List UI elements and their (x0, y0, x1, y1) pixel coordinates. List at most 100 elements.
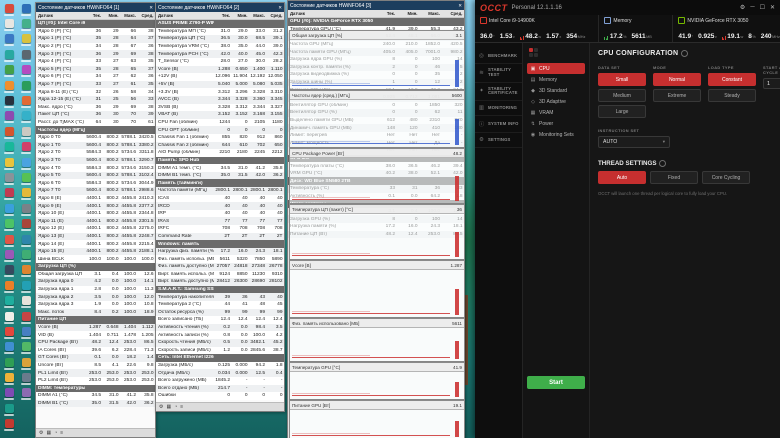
gpu-stats-section[interactable]: NVIDIA GeForce RTX 3050 41.9 ° 0.925 v 19.… (673, 15, 780, 42)
graph-title-bar[interactable]: Питание GPU [Вт] 19.1 (290, 401, 464, 410)
test-tab[interactable]: ▣ CPU (527, 63, 585, 74)
dataset-option-button[interactable]: Small (598, 73, 646, 86)
desktop-icon[interactable] (1, 2, 17, 17)
sensor-row[interactable]: CPU Package (Вт) 48.2 12.4 253.0 86.5 (36, 338, 155, 347)
sensor-row[interactable]: Загрузка ЦП (%) (36, 263, 155, 271)
sensor-row[interactable]: Физ. память использ. (МБ) 5611 5320 7850… (156, 255, 284, 263)
sensor-graph-window[interactable]: Температура ЦП (пакет) [°C] 36 (289, 204, 465, 260)
sensor-row[interactable]: Uncore (Вт) 8.5 4.1 22.6 9.8 (36, 361, 155, 370)
desktop-icon[interactable] (1, 418, 17, 433)
desktop-icon[interactable] (18, 217, 34, 232)
loadtype-option-button[interactable]: Constant (708, 73, 756, 86)
sensor-row[interactable]: Температура накопителя (°C) 39 36 43 40 (156, 293, 284, 301)
sensor-row[interactable]: Chassis Fan 2 (об/мин) 644 610 702 650 (156, 141, 284, 150)
sensor-row[interactable]: Всего записано (ТБ) 12.4 12.4 12.4 12.4 (156, 316, 284, 324)
desktop-icon[interactable] (1, 48, 17, 63)
sensor-row[interactable]: +5V (В) 5.040 5.000 5.080 5.035 (156, 80, 284, 89)
sensor-row[interactable]: Общая загрузка ЦП 3.1 0.4 100.0 12.6 (36, 270, 155, 279)
desktop-icon[interactable] (1, 79, 17, 94)
sensor-row[interactable]: Сеть: Intel Ethernet I226-V (156, 354, 284, 362)
desktop-icon[interactable] (18, 325, 34, 340)
instruction-set-select[interactable]: AUTO ▾ (598, 136, 670, 148)
sensor-graph-window[interactable]: Физ. память использовано [МБ] 5611 (289, 318, 465, 362)
sensor-row[interactable]: tCAS 40 40 40 40 (156, 194, 284, 203)
sensor-row[interactable]: Температура МП (°C) 31.0 29.0 33.0 31.2 (156, 27, 284, 36)
sensor-row[interactable]: Частота памяти (МГц) 2800.1 2800.1 2800.… (156, 187, 284, 195)
sensor-row[interactable]: Скорость чтения (МБ/с) 0.5 0.0 3482.1 45… (156, 338, 284, 347)
start-button[interactable]: Start (527, 376, 585, 389)
desktop-icon[interactable] (18, 341, 34, 356)
sensor-row[interactable]: Пакет ЦП (°C) 36 30 70 39 (36, 111, 155, 119)
desktop-icon[interactable] (18, 17, 34, 32)
sensor-row[interactable]: S.M.A.R.T.: Samsung SSD 980 1TB (156, 285, 284, 294)
sensor-graph-window[interactable]: Питание GPU [Вт] 19.1 (289, 400, 465, 438)
sensor-row[interactable]: Частоты ядер (МГц) (36, 126, 155, 134)
graph-title-bar[interactable]: Температура GPU [°C] 41.9 (290, 363, 464, 372)
sidebar-item[interactable]: ◎ BENCHMARK (475, 49, 522, 64)
sensor-row[interactable]: Макс. ядро (°C) 36 29 69 38 (36, 103, 155, 112)
sensor-row[interactable]: Ошибки 0 0 0 0 (156, 392, 284, 400)
mode-option-button[interactable]: Normal (653, 73, 701, 86)
sensor-graph-window[interactable]: Частоты ядер (сред.) [МГц] 5600 (289, 90, 465, 148)
sensor-row[interactable]: Активность чтения (%) 0.2 0.0 98.4 3.5 (156, 323, 284, 332)
sensor-row[interactable]: DIMM: температуры (36, 384, 155, 393)
desktop-icon[interactable] (18, 202, 34, 217)
close-icon[interactable]: ✕ (147, 5, 153, 11)
sensor-row[interactable]: Ядро 10 (E) 4400.1 800.2 4455.8 2344.8 (36, 209, 155, 218)
sidebar-item[interactable]: ▥ MONITORING (475, 101, 522, 117)
sensor-row[interactable]: Ядро 12 (E) 4400.1 800.2 4455.8 2275.0 (36, 225, 155, 233)
sensor-row[interactable]: tRFC 708 708 708 708 (156, 225, 284, 233)
test-tab[interactable]: ▤ Memory (527, 74, 585, 85)
maximize-button[interactable]: ☐ (760, 4, 765, 11)
sensor-row[interactable]: DIMM B1 (°C) 35.0 31.5 42.0 36.2 (36, 399, 155, 408)
settings-gear-icon[interactable]: ⚙ (740, 4, 745, 11)
sensor-row[interactable]: DIMM B1 темп. (°C) 35.0 31.5 42.0 36.2 (156, 171, 284, 180)
desktop-icon[interactable] (18, 79, 34, 94)
info-icon[interactable] (659, 160, 667, 167)
sensor-row[interactable]: ASUS PRIME Z790-P WIFI (NCT6798D) (156, 20, 284, 28)
sensor-row[interactable]: Ядра 8-11 (E) (°C) 32 26 58 34 (36, 88, 155, 96)
desktop-icon[interactable] (1, 110, 17, 125)
sensor-graph-window[interactable]: Температура GPU [°C] 41.9 (289, 362, 465, 400)
sensor-row[interactable]: GPU [#0]: NVIDIA GeForce RTX 3050 (288, 18, 464, 26)
sensor-row[interactable]: Загрузка ядра 0 4.2 0.0 100.0 14.1 (36, 278, 155, 286)
sensor-row[interactable]: Command Rate 2T 2T 2T 2T (156, 232, 284, 241)
graph-title-bar[interactable]: Частоты ядер (сред.) [МГц] 5600 (290, 91, 464, 100)
sensor-row[interactable]: Расст. до TjMAX (°C) 64 30 70 61 (36, 118, 155, 127)
desktop-icon[interactable] (1, 33, 17, 48)
hwinfo-titlebar[interactable]: Состояние датчиков HWiNFO64 [3] ✕ (288, 1, 464, 10)
sensor-row[interactable]: Ядро 15 (E) 4400.1 800.2 4455.8 2188.1 (36, 247, 155, 256)
graph-title-bar[interactable]: Общая загрузка ЦП [%] 3.1 (290, 31, 464, 40)
clock-icon[interactable]: ◔ (54, 430, 57, 436)
sensor-row[interactable]: ЦП [#0]: Intel Core i9-14900K: DTS (36, 20, 155, 28)
sensor-row[interactable]: CPU OPT (об/мин) 0 0 0 0 (156, 126, 284, 134)
sensor-row[interactable]: Ядро 1 T0 5600.4 800.2 5788.1 3380.2 (36, 141, 155, 150)
desktop-icon[interactable] (18, 233, 34, 248)
menu-icon[interactable]: ≡ (60, 430, 63, 436)
graph-title-bar[interactable]: Vcore [В] 1.287 (290, 261, 464, 270)
sensor-row[interactable]: Ядро 4 (P) (°C) 33 27 63 35 (36, 57, 155, 66)
close-icon[interactable]: ✕ (276, 5, 282, 11)
sensor-row[interactable]: Ядро 13 (E) 4400.1 800.2 4455.8 2248.7 (36, 232, 155, 241)
sensor-row[interactable]: CPU Fan (об/мин) 1244 0 2105 1180 (156, 118, 284, 127)
graph-title-bar[interactable]: Физ. память использовано [МБ] 5611 (290, 319, 464, 328)
desktop-icon[interactable] (1, 325, 17, 340)
sensor-row[interactable]: Скорость записи (МБ/с) 1.2 0.0 2845.6 38… (156, 346, 284, 355)
sensor-row[interactable]: Ядро 4 T0 5584.3 800.2 5734.6 3150.3 (36, 164, 155, 172)
desktop-icon[interactable] (1, 233, 17, 248)
sensor-row[interactable]: Chassis Fan 1 (об/мин) 855 820 912 860 (156, 133, 284, 142)
desktop-icon[interactable] (18, 356, 34, 371)
sensor-row[interactable]: tRP 40 40 40 40 (156, 209, 284, 218)
clock-icon[interactable]: ◔ (174, 404, 177, 410)
desktop-icon[interactable] (18, 141, 34, 156)
sensor-row[interactable]: Ядра 12-15 (E) (°C) 31 25 56 33 (36, 95, 155, 104)
sensor-row[interactable]: 3VSB (В) 3.328 3.312 3.344 3.327 (156, 103, 284, 112)
sensor-row[interactable]: tRCD 40 40 40 40 (156, 202, 284, 210)
sensor-row[interactable]: AVCC (В) 3.344 3.328 3.360 3.345 (156, 95, 284, 104)
sensor-row[interactable]: Vcore (В) 1.287 0.648 1.404 1.112 (36, 323, 155, 332)
test-tab[interactable]: ↯ Power (527, 118, 585, 129)
sensor-row[interactable]: Ядро 9 (E) 4400.1 800.2 4455.8 2377.2 (36, 202, 155, 210)
desktop-icon[interactable] (1, 202, 17, 217)
desktop-icon[interactable] (1, 17, 17, 32)
sensor-row[interactable]: T_Sensor (°C) 28.0 27.0 30.0 28.2 (156, 57, 284, 66)
